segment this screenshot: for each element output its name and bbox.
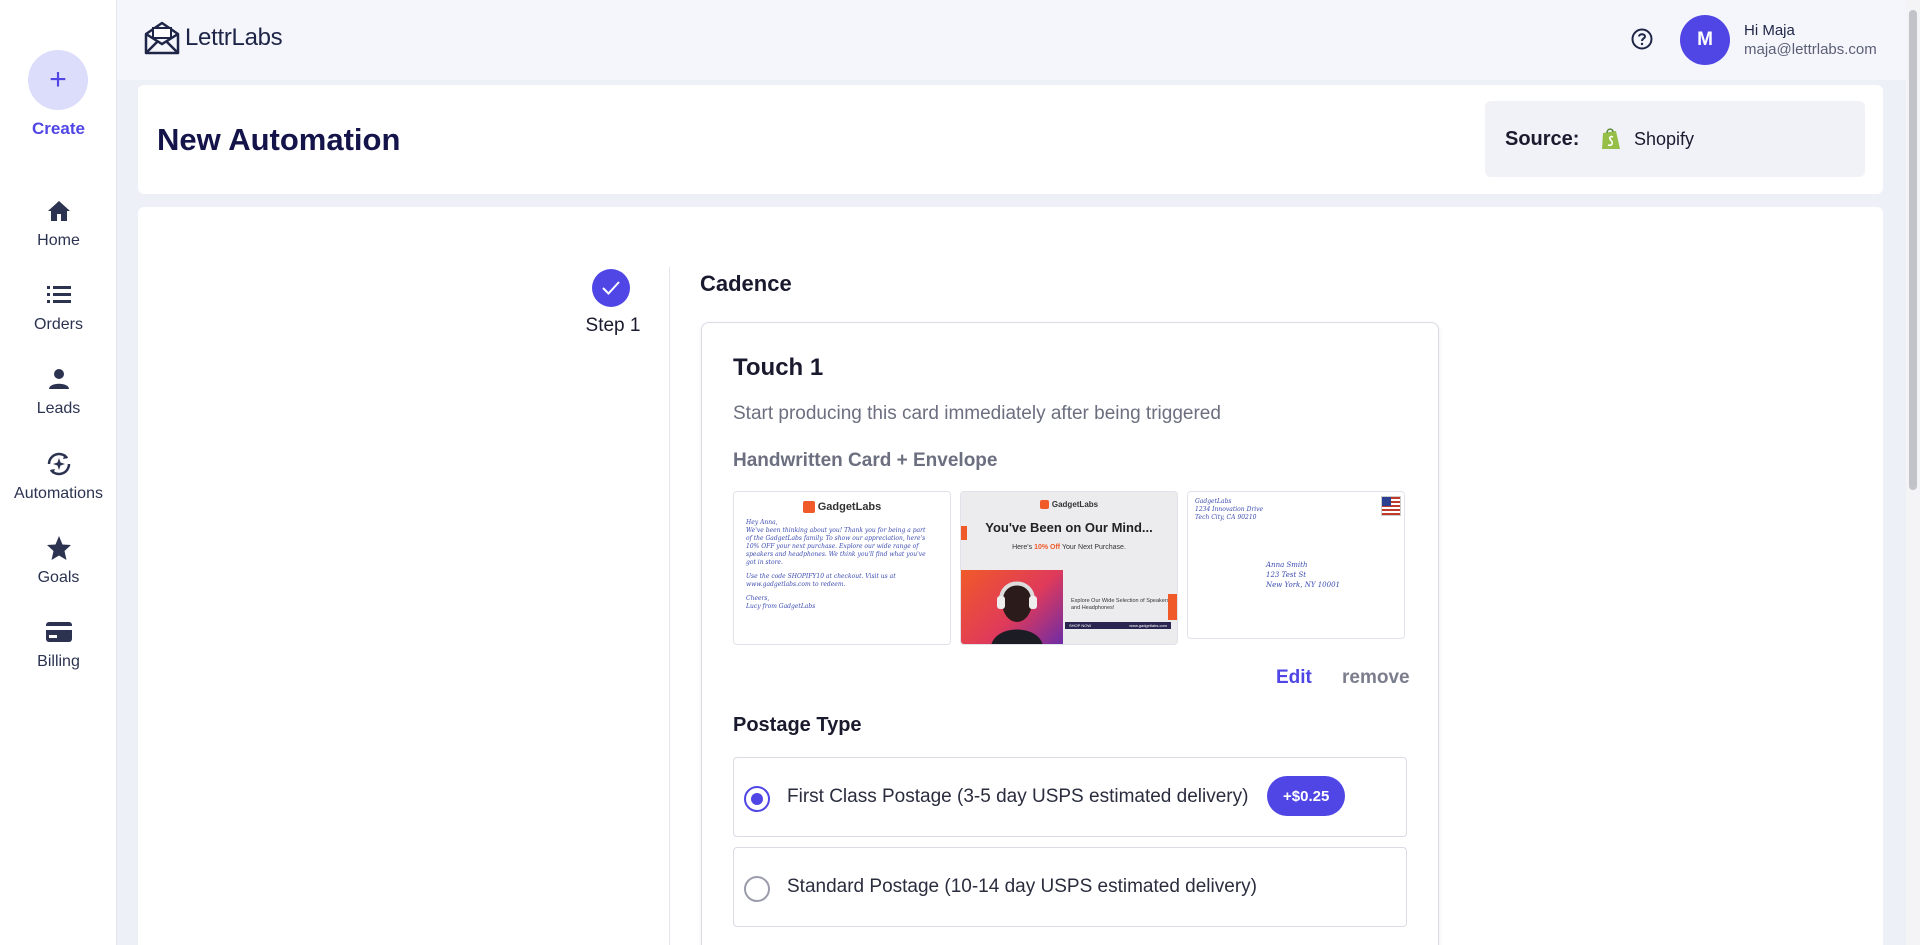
touch-card: Touch 1 Start producing this card immedi… <box>701 322 1439 945</box>
user-email: maja@lettrlabs.com <box>1744 41 1877 58</box>
price-badge: +$0.25 <box>1267 776 1346 816</box>
credit-card-icon <box>0 617 117 647</box>
flag-stamp-icon <box>1381 496 1401 516</box>
page-header-card: New Automation Source: Shopify <box>138 85 1883 194</box>
card-headline: You've Been on Our Mind... <box>985 520 1153 535</box>
gadgetlabs-logo-icon <box>802 501 815 513</box>
card-explore-text: Explore Our Wide Selection of Speakers a… <box>1071 598 1170 611</box>
sidebar-item-label: Billing <box>37 653 80 670</box>
section-title: Cadence <box>700 271 792 296</box>
radio-selected[interactable] <box>744 786 770 812</box>
envelope-logo-icon <box>144 21 180 55</box>
postage-option-first-class[interactable]: First Class Postage (3-5 day USPS estima… <box>733 757 1407 837</box>
edit-link[interactable]: Edit <box>1276 667 1312 689</box>
user-greeting: Hi Maja <box>1744 22 1795 39</box>
card-front-preview[interactable]: GadgetLabs You've Been on Our Mind... He… <box>960 491 1178 645</box>
product-photo <box>961 570 1063 644</box>
automation-editor: Step 1 Cadence Touch 1 Start producing t… <box>138 207 1883 945</box>
gadgetlabs-logo-icon <box>1039 500 1049 509</box>
top-bar: LettrLabs M Hi Maja maja@lettrlabs.com <box>117 0 1920 80</box>
source-value: Shopify <box>1634 128 1695 149</box>
sidebar-item-label: Automations <box>14 485 103 502</box>
sidebar-item-automations[interactable]: Automations <box>0 449 117 503</box>
source-label: Source: <box>1505 128 1580 150</box>
automation-icon <box>0 449 117 479</box>
postage-title: Postage Type <box>733 714 862 736</box>
remove-link[interactable]: remove <box>1342 667 1410 689</box>
list-icon <box>0 280 117 310</box>
card-offer: Here's 10% Off Your Next Purchase. <box>1012 544 1126 551</box>
shopify-icon <box>1602 128 1620 149</box>
postage-option-label: First Class Postage (3-5 day USPS estima… <box>787 786 1249 807</box>
create-label[interactable]: Create <box>0 119 117 139</box>
page-title: New Automation <box>157 122 401 157</box>
create-button[interactable]: + <box>28 50 88 110</box>
sidebar-item-label: Leads <box>36 400 81 417</box>
source-selector: Source: Shopify <box>1485 101 1865 177</box>
help-icon[interactable] <box>1631 28 1653 55</box>
person-icon <box>0 364 117 394</box>
card-inside-preview[interactable]: GadgetLabs Hey Anna, We've been thinking… <box>733 491 951 645</box>
sidebar-item-label: Orders <box>34 316 83 333</box>
sidebar-item-goals[interactable]: Goals <box>0 533 117 587</box>
logo[interactable]: LettrLabs <box>143 20 283 56</box>
plus-icon: + <box>49 63 67 96</box>
card-cta-bar: SHOP NOW www.gadgetlabs.com <box>1065 622 1171 629</box>
sidebar-item-label: Goals <box>37 569 80 586</box>
radio-unselected[interactable] <box>744 876 770 902</box>
return-address: GadgetLabs 1234 Innovation Drive Tech Ci… <box>1195 498 1264 521</box>
step-check-icon[interactable] <box>592 269 630 307</box>
step-label[interactable]: Step 1 <box>558 315 668 337</box>
accent-bar <box>1168 594 1177 620</box>
brand-name: LettrLabs <box>185 24 283 51</box>
sidebar: + Create Home Orders Leads Automations G… <box>0 0 117 945</box>
envelope-preview[interactable]: GadgetLabs 1234 Innovation Drive Tech Ci… <box>1187 491 1405 639</box>
postage-option-label: Standard Postage (10-14 day USPS estimat… <box>787 876 1257 897</box>
home-icon <box>0 196 117 226</box>
sidebar-item-billing[interactable]: Billing <box>0 617 117 671</box>
gadgetlabs-logo: GadgetLabs <box>961 500 1177 509</box>
avatar[interactable]: M <box>1680 15 1730 65</box>
star-icon <box>0 533 117 563</box>
sidebar-item-leads[interactable]: Leads <box>0 364 117 418</box>
recipient-address: Anna Smith 123 Test St New York, NY 1000… <box>1266 561 1340 589</box>
product-title: Handwritten Card + Envelope <box>733 450 998 471</box>
page-scrollbar[interactable] <box>1906 0 1920 945</box>
accent-bar <box>961 526 967 540</box>
touch-description: Start producing this card immediately af… <box>733 403 1221 424</box>
headphones-person-image <box>991 581 1043 644</box>
source-dropdown[interactable]: Shopify <box>1600 119 1850 159</box>
sidebar-item-label: Home <box>37 232 80 249</box>
sidebar-item-home[interactable]: Home <box>0 196 117 250</box>
sidebar-item-orders[interactable]: Orders <box>0 280 117 334</box>
scrollbar-thumb[interactable] <box>1909 10 1917 490</box>
gadgetlabs-logo: GadgetLabs <box>734 501 950 513</box>
postage-option-standard[interactable]: Standard Postage (10-14 day USPS estimat… <box>733 847 1407 927</box>
touch-title: Touch 1 <box>733 354 824 381</box>
handwritten-message: Hey Anna, We've been thinking about you!… <box>746 519 926 610</box>
step-divider <box>669 267 670 945</box>
